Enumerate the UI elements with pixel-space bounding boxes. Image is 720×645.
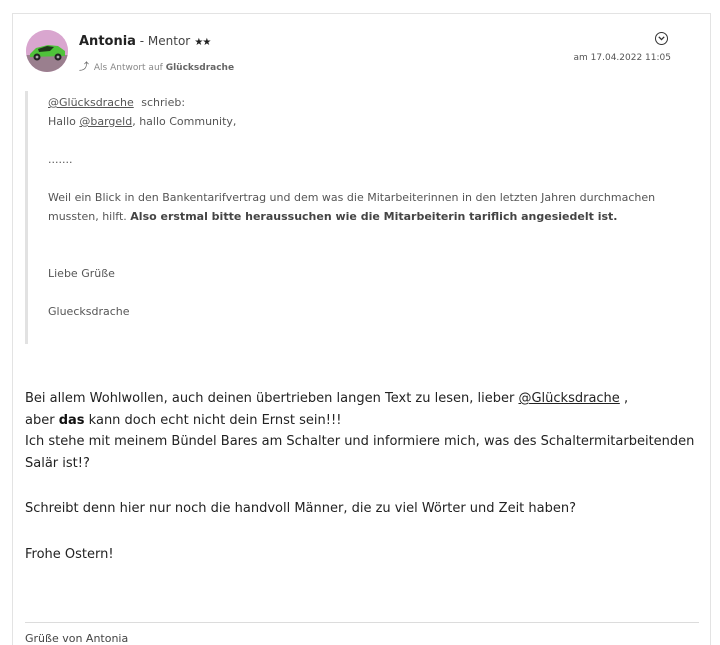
quote-paragraph: Weil ein Blick in den Bankentarifvertrag… xyxy=(48,188,675,226)
body-mention-link[interactable]: @Glücksdrache xyxy=(518,391,619,406)
author-separator: - xyxy=(135,34,148,48)
quote-ellipsis: ....... xyxy=(48,153,73,166)
quote-closing: Liebe Grüße xyxy=(48,267,115,280)
quote-block: @Glücksdrache schrieb: Hallo @bargeld, h… xyxy=(25,91,675,344)
quote-greeting-suffix: , hallo Community, xyxy=(132,115,237,128)
body-line-2: aber das kann doch echt nicht dein Ernst… xyxy=(25,410,695,432)
post-options-button[interactable] xyxy=(655,32,668,45)
body-line-1-text: Bei allem Wohlwollen, auch deinen übertr… xyxy=(25,391,515,406)
quote-signoff: Gluecksdrache xyxy=(48,305,130,318)
reply-arrow-icon: ⤴ xyxy=(79,62,89,73)
signature-divider xyxy=(25,622,699,623)
body-line-2-prefix: aber xyxy=(25,412,55,428)
body-line-1: Bei allem Wohlwollen, auch deinen übertr… xyxy=(25,388,695,410)
post-date: am 17.04.2022 11:05 xyxy=(573,53,671,63)
body-line-1-suffix: , xyxy=(623,391,629,406)
quote-greeting: Hallo @bargeld, hallo Community, xyxy=(48,112,675,131)
quote-paragraph-bold: Also erstmal bitte heraussuchen wie die … xyxy=(130,210,618,223)
reply-reference: ⤴ Als Antwort auf Glücksdrache xyxy=(79,58,234,73)
reply-prefix: Als Antwort auf xyxy=(93,63,163,73)
body-line-2-suffix: kann doch echt nicht dein Ernst sein!!! xyxy=(88,412,342,428)
body-paragraph-3: Frohe Ostern! xyxy=(25,546,114,562)
rank-stars: ★★ xyxy=(194,37,211,48)
quote-author-mention[interactable]: @Glücksdrache xyxy=(48,96,134,109)
car-avatar-image xyxy=(26,30,68,72)
quote-greeting-mention[interactable]: @bargeld xyxy=(79,115,132,128)
chevron-down-icon xyxy=(658,36,665,41)
quote-greeting-prefix: Hallo xyxy=(48,115,76,128)
signature: Grüße von Antonia xyxy=(25,632,129,645)
forum-post: Antonia - Mentor ★★ ⤴ Als Antwort auf Gl… xyxy=(12,13,711,645)
body-line-2-bold: das xyxy=(58,412,85,428)
author-name[interactable]: Antonia xyxy=(79,34,136,49)
body-paragraph-2: Schreibt denn hier nur noch die handvoll… xyxy=(25,501,577,516)
body-line-3: Ich stehe mit meinem Bündel Bares am Sch… xyxy=(25,434,695,471)
avatar[interactable] xyxy=(26,30,68,72)
quote-header: @Glücksdrache schrieb: xyxy=(48,93,675,112)
quote-wrote-label: schrieb: xyxy=(141,96,186,109)
author-rank: Mentor xyxy=(147,34,191,48)
reply-target-link[interactable]: Glücksdrache xyxy=(166,63,234,73)
author-line: Antonia - Mentor ★★ xyxy=(79,34,211,49)
post-body: Bei allem Wohlwollen, auch deinen übertr… xyxy=(25,388,695,565)
